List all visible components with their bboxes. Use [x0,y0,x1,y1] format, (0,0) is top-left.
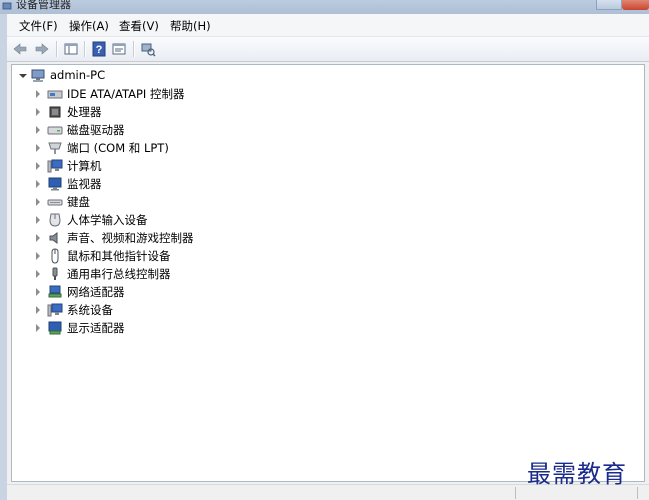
disk-drive-icon [47,126,63,135]
processor-icon [49,106,61,118]
expand-icon[interactable] [36,324,40,332]
tree-item-label: 鼠标和其他指针设备 [67,249,171,263]
tree-item-label: 键盘 [67,195,90,209]
mouse-icon [51,248,59,264]
menu-file[interactable]: 文件(F) [17,18,60,34]
expand-icon[interactable] [36,126,40,134]
tree-item[interactable]: 声音、视频和游戏控制器 [12,229,412,247]
window-title: 设备管理器 [16,0,71,11]
tree-item[interactable]: 系统设备 [12,301,412,319]
tree-item[interactable]: 磁盘驱动器 [12,121,412,139]
maximize-button[interactable] [596,0,622,10]
status-separator [515,487,516,499]
close-button[interactable] [622,0,649,10]
expand-icon[interactable] [36,144,40,152]
console-tree-icon[interactable] [63,41,79,57]
expand-icon[interactable] [36,288,40,296]
port-icon [48,142,62,154]
expand-icon[interactable] [36,198,40,206]
tree-root-label: admin-PC [50,68,106,82]
tree-item-label: 系统设备 [67,303,113,317]
toolbar-separator [84,41,86,57]
status-separator [637,487,638,499]
monitor-icon [48,177,62,191]
menu-bar: 文件(F) 操作(A) 查看(V) 帮助(H) [7,14,649,37]
system-device-icon [47,303,63,317]
expand-icon[interactable] [36,162,40,170]
tree-item[interactable]: 网络适配器 [12,283,412,301]
expand-icon[interactable] [36,252,40,260]
usb-icon [52,267,58,280]
expand-icon[interactable] [36,108,40,116]
svg-text:?: ? [96,44,103,56]
hid-icon [49,213,61,227]
back-icon[interactable] [12,41,28,57]
title-bar: 设备管理器 [0,0,649,14]
tree-item-label: 显示适配器 [67,321,125,335]
tree-item-label: 人体学输入设备 [67,213,148,227]
keyboard-icon [47,199,63,206]
tree-item-label: IDE ATA/ATAPI 控制器 [67,87,185,101]
expand-icon[interactable] [36,270,40,278]
sound-icon [49,232,58,244]
tree-item-label: 声音、视频和游戏控制器 [67,231,194,245]
tree-item[interactable]: 鼠标和其他指针设备 [12,247,412,265]
device-manager-icon [2,2,12,10]
window-frame: 文件(F) 操作(A) 查看(V) 帮助(H) ? admin-PC IDE A… [7,14,649,500]
toolbar-separator [56,41,58,57]
ide-controller-icon [47,90,63,99]
tree-item[interactable]: 端口 (COM 和 LPT) [12,139,412,157]
expand-icon[interactable] [36,216,40,224]
tree-item[interactable]: 键盘 [12,193,412,211]
toolbar: ? [7,37,649,62]
tree-item-label: 监视器 [67,177,102,191]
tree-item[interactable]: 处理器 [12,103,412,121]
toolbar-separator [133,41,135,57]
display-adapter-icon [48,321,62,335]
computer-icon [31,69,45,82]
tree-item[interactable]: 通用串行总线控制器 [12,265,412,283]
expand-icon[interactable] [36,180,40,188]
computer-icon [47,159,63,173]
tree-item[interactable]: IDE ATA/ATAPI 控制器 [12,85,412,103]
tree-item[interactable]: 计算机 [12,157,412,175]
properties-icon[interactable] [111,41,127,57]
network-adapter-icon [48,285,62,298]
tree-item[interactable]: 人体学输入设备 [12,211,412,229]
watermark: 最需教育 [527,460,627,488]
expand-icon[interactable] [36,306,40,314]
tree-item-label: 通用串行总线控制器 [67,267,171,281]
tree-item-label: 处理器 [67,105,102,119]
tree-item-label: 计算机 [67,159,102,173]
tree-item-label: 磁盘驱动器 [67,123,125,137]
expand-icon[interactable] [36,90,40,98]
tree-item-label: 网络适配器 [67,285,125,299]
expand-icon[interactable] [36,234,40,242]
collapse-icon[interactable] [19,74,27,78]
tree-item-label: 端口 (COM 和 LPT) [67,141,169,155]
help-icon[interactable]: ? [91,41,107,57]
menu-view[interactable]: 查看(V) [117,18,161,34]
menu-action[interactable]: 操作(A) [67,18,111,34]
menu-help[interactable]: 帮助(H) [168,18,213,34]
scan-hardware-icon[interactable] [140,41,156,57]
forward-icon[interactable] [34,41,50,57]
tree-item[interactable]: 监视器 [12,175,412,193]
tree-item[interactable]: 显示适配器 [12,319,412,337]
tree-root[interactable]: admin-PC [12,67,412,85]
device-tree-pane: admin-PC IDE ATA/ATAPI 控制器 处理器 磁盘驱动器 端口 … [11,64,645,482]
